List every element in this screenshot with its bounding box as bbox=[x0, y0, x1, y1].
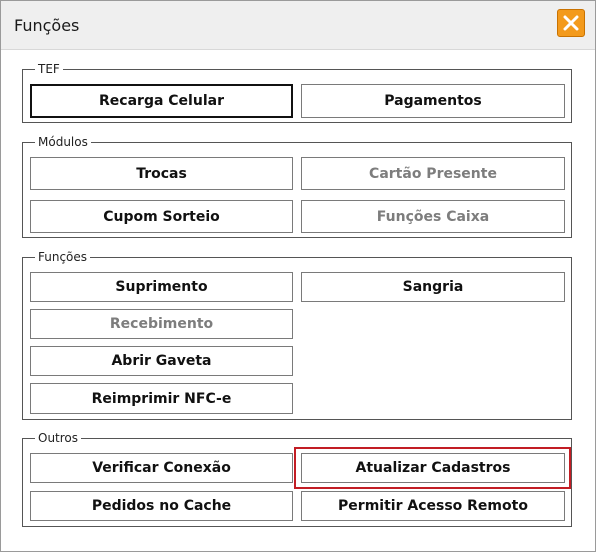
reimprimir-nfce-button[interactable]: Reimprimir NFC-e bbox=[30, 383, 293, 414]
sangria-button[interactable]: Sangria bbox=[301, 272, 565, 302]
pedidos-no-cache-button[interactable]: Pedidos no Cache bbox=[30, 491, 293, 521]
group-legend-funcoes: Funções bbox=[35, 249, 91, 265]
title-bar[interactable]: Funções bbox=[1, 1, 595, 50]
trocas-button[interactable]: Trocas bbox=[30, 157, 293, 190]
atualizar-cadastros-button[interactable]: Atualizar Cadastros bbox=[301, 453, 565, 483]
window-title: Funções bbox=[14, 16, 80, 35]
close-icon bbox=[563, 15, 579, 31]
funcoes-caixa-button: Funções Caixa bbox=[301, 200, 565, 233]
cartao-presente-button: Cartão Presente bbox=[301, 157, 565, 190]
pagamentos-button[interactable]: Pagamentos bbox=[301, 84, 565, 118]
recebimento-button: Recebimento bbox=[30, 309, 293, 339]
abrir-gaveta-button[interactable]: Abrir Gaveta bbox=[30, 346, 293, 376]
group-legend-tef: TEF bbox=[35, 61, 63, 77]
cupom-sorteio-button[interactable]: Cupom Sorteio bbox=[30, 200, 293, 233]
verificar-conexao-button[interactable]: Verificar Conexão bbox=[30, 453, 293, 483]
close-button[interactable] bbox=[557, 9, 585, 37]
permitir-acesso-remoto-button[interactable]: Permitir Acesso Remoto bbox=[301, 491, 565, 521]
group-legend-modulos: Módulos bbox=[35, 134, 91, 150]
suprimento-button[interactable]: Suprimento bbox=[30, 272, 293, 302]
recarga-celular-button[interactable]: Recarga Celular bbox=[30, 84, 293, 118]
group-legend-outros: Outros bbox=[35, 430, 82, 446]
